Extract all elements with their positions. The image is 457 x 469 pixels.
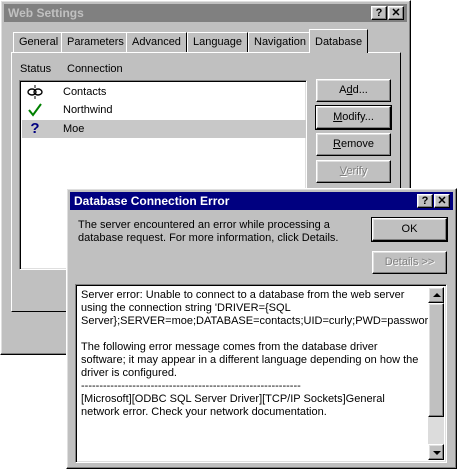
close-button[interactable]: ✕ [388,6,404,20]
help-icon: ? [375,7,383,19]
web-settings-titlebar[interactable]: Web Settings ? ✕ [4,4,407,22]
broken-link-icon [27,85,43,99]
list-item-moe[interactable]: ? Moe [22,120,306,138]
button-label-part: erify [346,165,368,177]
tab-label: Parameters [67,36,124,48]
close-icon: ✕ [437,195,447,207]
connection-name: Moe [63,123,85,135]
scroll-thumb[interactable] [428,303,444,417]
button-label-part: emove [340,138,374,150]
dialog-help-button[interactable]: ? [417,194,433,208]
tab-database[interactable]: Database [309,29,369,53]
tab-navigation[interactable]: Navigation [248,32,312,52]
ok-button[interactable]: OK [371,217,448,242]
dialog-close-button[interactable]: ✕ [434,194,450,208]
error-dialog-titlebar[interactable]: Database Connection Error ? ✕ [70,192,453,210]
web-settings-title: Web Settings [8,6,84,20]
scroll-up-button[interactable] [428,287,444,303]
scroll-down-button[interactable] [428,444,444,460]
tab-label: Language [193,36,242,48]
button-label-accel: R [333,138,341,150]
error-message: The server encountered an error while pr… [78,219,339,244]
error-details-text: Server error: Unable to connect to a dat… [81,289,440,418]
tab-advanced[interactable]: Advanced [126,32,187,52]
help-icon: ? [421,195,429,207]
connection-name: Contacts [63,86,107,98]
vertical-scrollbar[interactable] [428,287,444,460]
tab-label: Database [315,36,363,48]
modify-button[interactable]: Modify... [315,105,392,130]
tab-parameters[interactable]: Parameters [61,32,130,52]
button-label-accel: M [333,111,343,123]
ok-label: OK [401,223,418,235]
list-item-contacts[interactable]: Contacts [22,83,306,101]
error-dialog-title: Database Connection Error [74,194,230,208]
column-header-status: Status [20,63,52,75]
verify-button[interactable]: Verify [316,160,391,183]
close-icon: ✕ [391,7,401,19]
arrow-down-icon [433,451,441,455]
arrow-up-icon [433,293,441,297]
remove-button[interactable]: Remove [316,133,391,156]
tab-label: Advanced [132,36,181,48]
tab-label: Navigation [254,36,306,48]
tab-general[interactable]: General [13,32,65,52]
details-label: Details >> [384,256,435,268]
help-button[interactable]: ? [371,6,387,20]
button-label-part: d... [352,84,368,96]
column-header-connection: Connection [67,63,123,75]
checkmark-icon [28,103,42,117]
tab-language[interactable]: Language [187,32,248,52]
list-item-northwind[interactable]: Northwind [22,101,306,119]
question-icon: ? [30,120,40,137]
add-button[interactable]: Add... [316,79,391,102]
error-details-textarea[interactable]: Server error: Unable to connect to a dat… [75,284,447,463]
details-button[interactable]: Details >> [372,251,447,274]
tab-label: General [19,36,59,48]
button-label-part: odify... [342,111,374,123]
connection-name: Northwind [63,104,113,116]
